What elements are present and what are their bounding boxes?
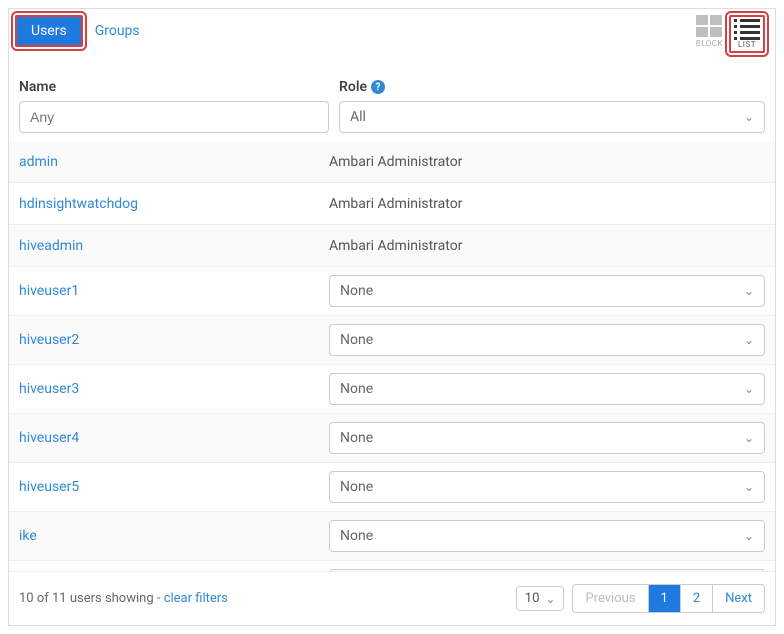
column-header-role: Role (339, 79, 367, 95)
status-text: 10 of 11 users showing - clear filters (19, 591, 228, 606)
user-link[interactable]: hdinsightwatchdog (19, 196, 329, 212)
pager-page-1[interactable]: 1 (648, 585, 680, 612)
table-row: hiveuser5None⌄ (9, 463, 775, 512)
role-text: Ambari Administrator (329, 238, 765, 254)
table-row: joelNone⌄ (9, 561, 775, 571)
role-select[interactable]: None⌄ (329, 520, 765, 552)
chevron-down-icon: ⌄ (744, 480, 754, 494)
table-row: hiveuser3None⌄ (9, 365, 775, 414)
user-link[interactable]: hiveadmin (19, 238, 329, 254)
name-filter-input[interactable] (19, 101, 329, 133)
user-link[interactable]: hiveuser5 (19, 479, 329, 495)
user-link[interactable]: hiveuser4 (19, 430, 329, 446)
role-select[interactable]: None⌄ (329, 471, 765, 503)
table-row: adminAmbari Administrator (9, 141, 775, 183)
chevron-down-icon: ⌄ (744, 431, 754, 445)
chevron-down-icon: ⌄ (744, 284, 754, 298)
role-select[interactable]: None⌄ (329, 373, 765, 405)
chevron-down-icon: ⌄ (744, 382, 754, 396)
user-link[interactable]: admin (19, 154, 329, 170)
table-row: ikeNone⌄ (9, 512, 775, 561)
user-link[interactable]: hiveuser1 (19, 283, 329, 299)
table-row: hiveuser4None⌄ (9, 414, 775, 463)
pager-previous[interactable]: Previous (573, 585, 647, 612)
role-text: Ambari Administrator (329, 196, 765, 212)
chevron-down-icon: ⌄ (744, 529, 754, 543)
tab-groups[interactable]: Groups (91, 17, 144, 45)
role-help-icon[interactable]: ? (371, 80, 385, 94)
role-filter-select[interactable]: All ⌄ (339, 101, 765, 133)
chevron-down-icon: ⌄ (744, 333, 754, 347)
table-row: hiveuser2None⌄ (9, 316, 775, 365)
role-select[interactable]: None⌄ (329, 422, 765, 454)
chevron-down-icon: ⌄ (744, 110, 754, 124)
grid-icon (696, 15, 723, 37)
table-row: hiveadminAmbari Administrator (9, 225, 775, 267)
tab-users[interactable]: Users (15, 15, 83, 47)
page-size-select[interactable]: 10⌄ (516, 586, 565, 611)
role-select[interactable]: None⌄ (329, 324, 765, 356)
pager-page-2[interactable]: 2 (680, 585, 712, 612)
pager-next[interactable]: Next (712, 585, 764, 612)
user-link[interactable]: hiveuser2 (19, 332, 329, 348)
chevron-down-icon: ⌄ (545, 592, 555, 606)
user-link[interactable]: hiveuser3 (19, 381, 329, 397)
clear-filters-link[interactable]: clear filters (164, 591, 228, 606)
list-icon (734, 19, 760, 40)
role-select[interactable]: None⌄ (329, 275, 765, 307)
column-header-name: Name (19, 79, 329, 95)
view-list-button[interactable]: LIST (729, 15, 765, 53)
table-row: hiveuser1None⌄ (9, 267, 775, 316)
table-row: hdinsightwatchdogAmbari Administrator (9, 183, 775, 225)
view-block-button[interactable]: BLOCK (696, 15, 723, 48)
role-text: Ambari Administrator (329, 154, 765, 170)
user-link[interactable]: ike (19, 528, 329, 544)
